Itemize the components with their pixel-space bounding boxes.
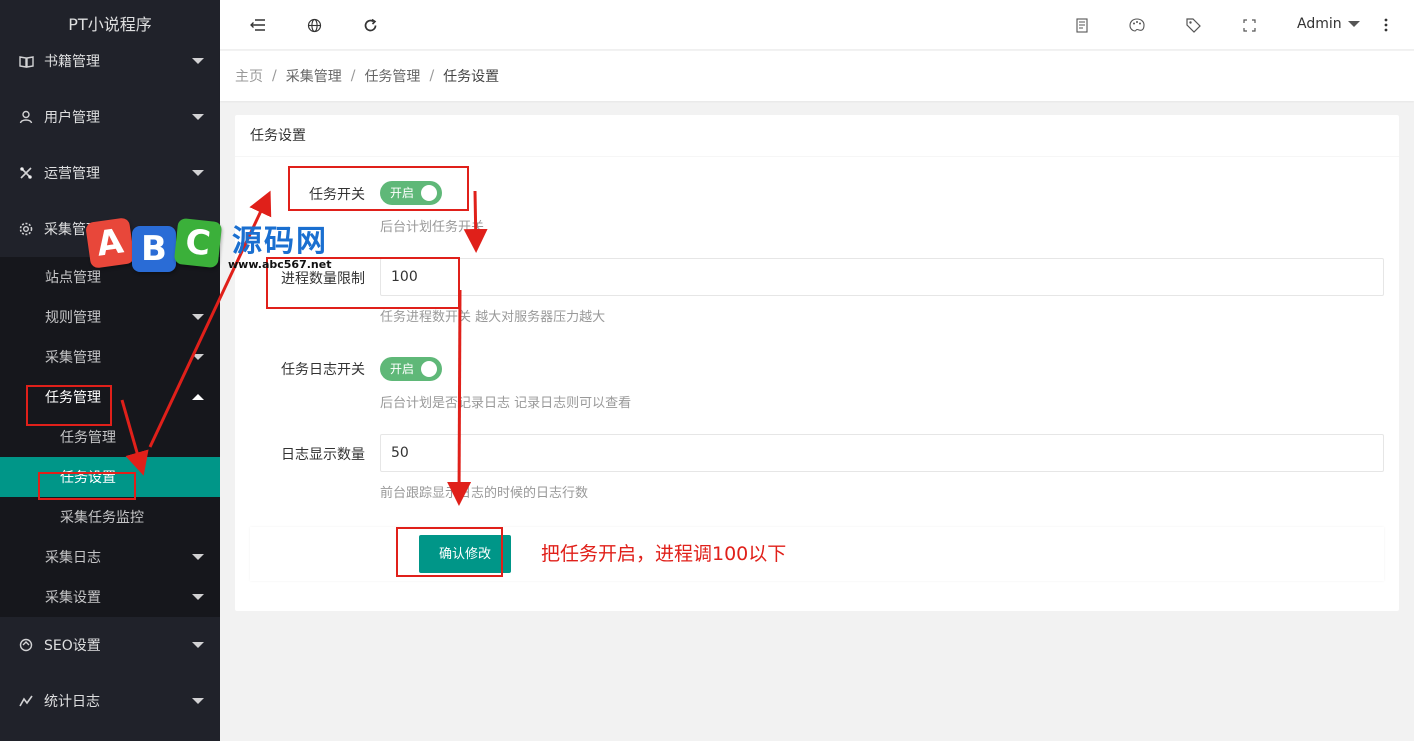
arrow-to-confirm xyxy=(447,289,472,506)
arrow-to-process-limit xyxy=(463,190,488,253)
annotation-arrows xyxy=(120,190,488,506)
watermark-text: 源码网 xyxy=(232,224,328,259)
watermark-url: www.abc567.net xyxy=(228,258,332,271)
app-logo: PT小说程序 xyxy=(0,0,220,50)
watermark: A B C 源码网 www.abc567.net xyxy=(85,212,338,272)
annotation-note: 把任务开启，进程调100以下 xyxy=(541,543,787,565)
watermark-letter: B xyxy=(132,226,176,272)
watermark-letter: C xyxy=(173,217,223,269)
arrow-to-task-settings xyxy=(120,399,149,476)
watermark-letter: A xyxy=(85,217,135,269)
